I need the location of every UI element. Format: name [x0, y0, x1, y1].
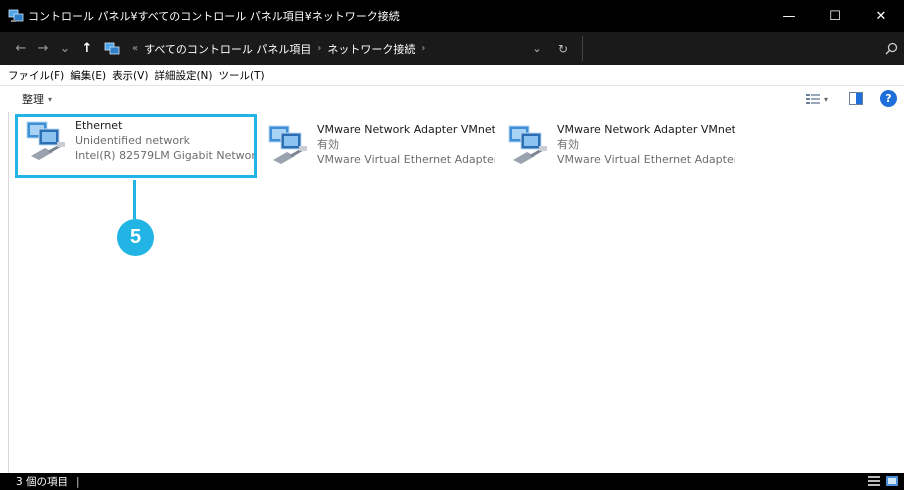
help-icon[interactable]: ?	[880, 90, 897, 107]
forward-button[interactable]: →	[32, 32, 54, 65]
refresh-button[interactable]: ↻	[552, 36, 574, 61]
organize-button[interactable]: 整理 ▾	[22, 91, 52, 107]
connection-status: Unidentified network	[75, 134, 191, 147]
network-adapter-icon	[26, 121, 65, 160]
menu-view[interactable]: 表示(V)	[112, 68, 148, 83]
connection-name: VMware Network Adapter VMnet8	[557, 123, 735, 136]
window-title: コントロール パネル¥すべてのコントロール パネル項目¥ネットワーク接続	[28, 10, 400, 23]
status-view-toggles	[862, 475, 898, 487]
connection-item-ethernet[interactable]: Ethernet Unidentified network Intel(R) 8…	[15, 114, 257, 178]
connection-device: VMware Virtual Ethernet Adapter ...	[557, 153, 735, 166]
connection-text: Ethernet Unidentified network Intel(R) 8…	[75, 118, 254, 163]
maximize-button[interactable]: ☐	[812, 0, 858, 32]
minimize-button[interactable]: —	[766, 0, 812, 32]
connection-status: 有効	[317, 138, 339, 151]
network-adapter-icon	[508, 125, 547, 164]
connection-text: VMware Network Adapter VMnet8 有効 VMware …	[557, 122, 735, 167]
menu-tools[interactable]: ツール(T)	[219, 68, 265, 83]
organize-label: 整理	[22, 93, 44, 106]
chevron-down-icon: ▾	[824, 94, 829, 104]
connection-device: VMware Virtual Ethernet Adapter ...	[317, 153, 495, 166]
item-count: 3 個の項目	[16, 476, 69, 488]
menu-bar: ファイル(F) 編集(E) 表示(V) 詳細設定(N) ツール(T)	[0, 65, 904, 86]
address-bar: ← → ⌄ ↑ « すべてのコントロール パネル項目 › ネットワーク接続 › …	[0, 32, 904, 65]
back-button[interactable]: ←	[10, 32, 32, 65]
connection-device: Intel(R) 82579LM Gigabit Networ...	[75, 149, 254, 162]
search-icon[interactable]	[885, 42, 898, 55]
network-connections-icon	[8, 9, 24, 22]
breadcrumb-network-connections[interactable]: ネットワーク接続	[327, 41, 415, 57]
menu-edit[interactable]: 編集(E)	[70, 68, 106, 83]
large-icons-view-icon[interactable]	[886, 475, 898, 487]
details-view-icon[interactable]	[868, 475, 880, 487]
address-field[interactable]: « すべてのコントロール パネル項目 › ネットワーク接続 ›	[104, 36, 580, 61]
callout-badge: 5	[117, 219, 154, 256]
details-view-icon	[806, 94, 820, 104]
callout-line	[133, 180, 136, 219]
connection-status: 有効	[557, 138, 579, 151]
menu-advanced[interactable]: 詳細設定(N)	[154, 68, 212, 83]
connection-item-vmnet1[interactable]: VMware Network Adapter VMnet1 有効 VMware …	[257, 118, 495, 176]
close-button[interactable]: ✕	[858, 0, 904, 32]
change-view-button[interactable]: ▾	[806, 92, 832, 106]
connection-text: VMware Network Adapter VMnet1 有効 VMware …	[317, 122, 495, 167]
breadcrumb-overflow[interactable]: «	[132, 43, 138, 54]
preview-pane-icon[interactable]	[849, 92, 863, 105]
connection-name: VMware Network Adapter VMnet1	[317, 123, 495, 136]
address-dropdown-button[interactable]: ⌄	[526, 36, 548, 61]
recent-locations-button[interactable]: ⌄	[54, 32, 76, 65]
breadcrumb-separator[interactable]: ›	[317, 43, 321, 54]
items-view: Ethernet Unidentified network Intel(R) 8…	[8, 112, 904, 473]
title-bar: コントロール パネル¥すべてのコントロール パネル項目¥ネットワーク接続 — ☐…	[0, 0, 904, 32]
chevron-down-icon: ▾	[48, 94, 53, 104]
search-input[interactable]	[582, 36, 904, 61]
connection-item-vmnet8[interactable]: VMware Network Adapter VMnet8 有効 VMware …	[497, 118, 735, 176]
network-location-icon	[104, 42, 120, 54]
breadcrumb-all-items[interactable]: すべてのコントロール パネル項目	[144, 41, 311, 57]
network-adapter-icon	[268, 125, 307, 164]
command-bar: 整理 ▾ ▾ ?	[0, 86, 904, 112]
status-separator: |	[76, 475, 80, 488]
status-bar: 3 個の項目 |	[0, 473, 904, 490]
window-controls: — ☐ ✕	[766, 0, 904, 32]
breadcrumb-separator[interactable]: ›	[421, 43, 425, 54]
connection-name: Ethernet	[75, 119, 123, 132]
up-button[interactable]: ↑	[76, 32, 98, 65]
menu-file[interactable]: ファイル(F)	[8, 68, 64, 83]
